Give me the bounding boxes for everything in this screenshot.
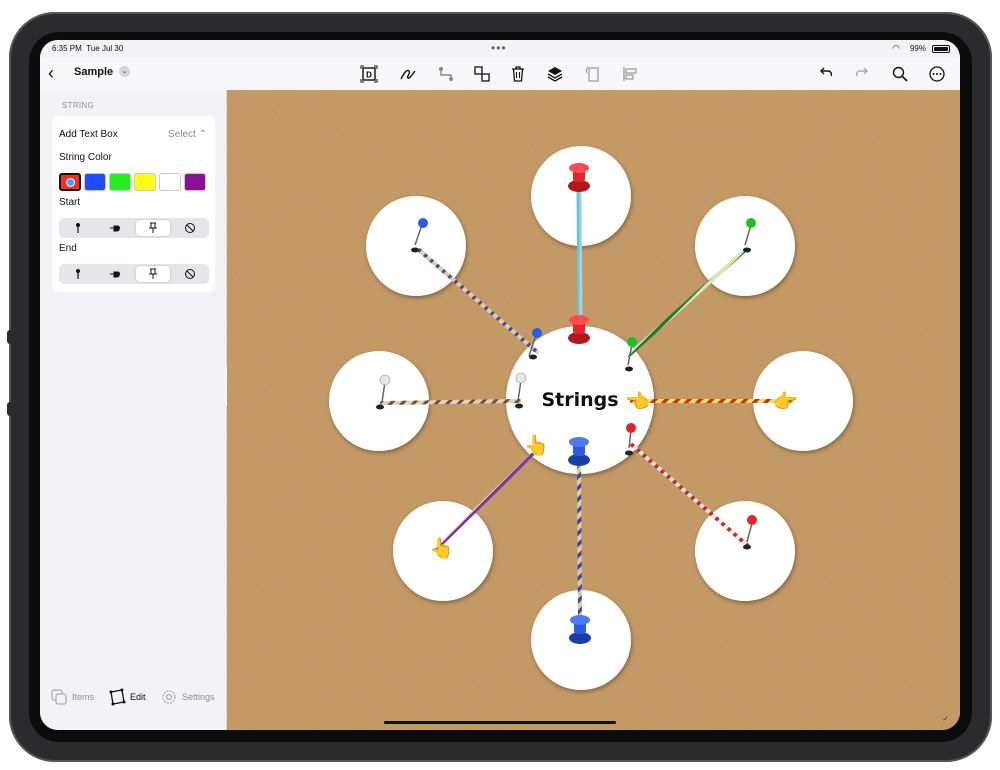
pin-icon[interactable] [61,266,95,282]
sidebar: STRING Add Text Box Select ⌃ String Colo… [40,90,227,730]
section-title: STRING [62,101,95,110]
group-icon[interactable] [472,64,492,84]
document-title[interactable]: Sample [74,66,113,78]
color-swatch[interactable] [184,173,206,191]
color-swatch[interactable] [59,173,81,191]
chevron-left-icon[interactable]: ‹ [48,64,54,82]
undo-icon[interactable] [816,64,836,84]
status-bar: 6:35 PM Tue Jul 30 ••• ◠ 99% [40,40,960,58]
edit-icon [109,688,126,706]
string-left [380,399,521,405]
screen: 6:35 PM Tue Jul 30 ••• ◠ 99% ‹ Sample ⌄ … [40,40,960,730]
pen-icon[interactable] [398,64,418,84]
side-button [7,402,13,416]
pointing-hand-icon[interactable]: 👉 [773,389,798,413]
chevron-down-icon[interactable]: ⌄ [119,66,130,77]
string-connector-icon[interactable] [436,64,456,84]
resize-corner-icon[interactable]: ◞ [943,711,947,722]
toolbar: ‹ Sample ⌄ D [40,58,960,90]
pointing-hand-icon[interactable] [99,266,133,282]
note-circle-top-left[interactable] [366,196,466,296]
pointing-hand-icon[interactable]: 👆 [429,536,454,560]
none-icon[interactable] [174,266,208,282]
end-label: End [59,243,77,254]
wifi-icon: ◠ [892,43,900,53]
string-top [576,187,583,333]
color-swatch[interactable] [109,173,131,191]
add-text-box-label: Add Text Box [59,129,118,140]
pointing-hand-icon[interactable]: 👆 [524,433,549,457]
status-time: 6:35 PM Tue Jul 30 [52,44,124,53]
battery-percent: 99% [909,44,926,53]
color-swatch[interactable] [159,173,181,191]
search-icon[interactable] [890,64,910,84]
side-button [7,330,13,344]
color-swatch[interactable] [134,173,156,191]
pointing-hand-icon[interactable]: 👈 [625,389,650,413]
tab-items[interactable]: Items [50,688,94,706]
more-icon[interactable] [927,64,947,84]
text-box-icon[interactable]: D [359,64,379,84]
string-color-label: String Color [59,152,112,163]
center-label: Strings [541,389,618,411]
pointing-hand-icon[interactable] [99,220,133,236]
selected-check-icon [66,178,75,187]
add-text-box-select[interactable]: Select ⌃ [168,129,207,140]
svg-text:D: D [366,71,372,80]
settings-icon [162,690,176,704]
color-swatches [59,173,206,191]
battery-icon [932,45,950,53]
home-indicator[interactable] [384,721,616,724]
rotate-icon[interactable] [583,64,603,84]
tab-settings[interactable]: Settings [160,688,215,706]
none-icon[interactable] [174,220,208,236]
redo-icon[interactable] [852,64,872,84]
pin-icon[interactable] [61,220,95,236]
start-segmented-control [59,218,209,238]
note-circle-bottom-right[interactable] [695,501,795,601]
align-left-icon[interactable] [620,64,640,84]
trash-icon[interactable] [508,64,528,84]
string-panel: Add Text Box Select ⌃ String Color Start… [52,116,215,292]
tab-edit[interactable]: Edit [108,688,146,706]
layers-icon[interactable] [545,64,565,84]
items-icon [51,689,67,705]
end-segmented-control [59,264,209,284]
string-bottom [577,466,582,622]
start-label: Start [59,197,81,208]
pushpin-icon[interactable] [136,266,170,282]
multitasking-dots[interactable]: ••• [491,41,507,55]
pushpin-icon[interactable] [136,220,170,236]
color-swatch[interactable] [84,173,106,191]
corkboard-canvas[interactable]: 👈 👉 👆 👆 Strings [227,90,960,730]
canvas-drawing: 👈 👉 👆 👆 Strings [227,90,960,730]
